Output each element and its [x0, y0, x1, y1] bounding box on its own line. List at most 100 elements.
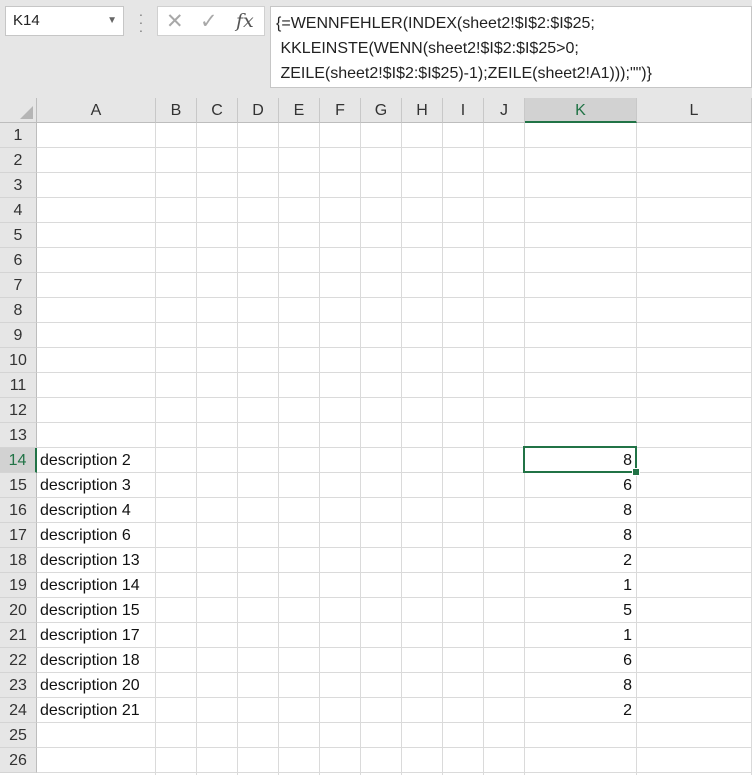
row-header-13[interactable]: 13 [0, 423, 37, 448]
row-header-10[interactable]: 10 [0, 348, 37, 373]
row-header-1[interactable]: 1 [0, 123, 37, 148]
select-all-button[interactable] [0, 98, 37, 123]
cell-area[interactable]: description 2 8 description 3 6 description … [37, 123, 752, 775]
row-header-16[interactable]: 16 [0, 498, 37, 523]
grid-line [37, 522, 752, 523]
cell-a19[interactable]: description 14 [40, 573, 140, 598]
column-header-h[interactable]: H [402, 98, 443, 123]
formula-buttons: ✕ ✓ fx [157, 6, 265, 36]
cell-a17[interactable]: description 6 [40, 523, 131, 548]
column-header-f[interactable]: F [320, 98, 361, 123]
row-header-6[interactable]: 6 [0, 248, 37, 273]
grid-line [37, 372, 752, 373]
formula-line: ZEILE(sheet2!$I$2:$I$25)-1);ZEILE(sheet2… [276, 65, 652, 82]
column-header-d[interactable]: D [238, 98, 279, 123]
row-header-3[interactable]: 3 [0, 173, 37, 198]
row-header-8[interactable]: 8 [0, 298, 37, 323]
grid-line [37, 472, 752, 473]
row-header-23[interactable]: 23 [0, 673, 37, 698]
grid-line [37, 597, 752, 598]
grid-line [155, 123, 156, 775]
row-header-5[interactable]: 5 [0, 223, 37, 248]
row-header-7[interactable]: 7 [0, 273, 37, 298]
row-header-12[interactable]: 12 [0, 398, 37, 423]
formula-input[interactable]: {=WENNFEHLER(INDEX(sheet2!$I$2:$I$25; KK… [270, 6, 752, 88]
row-header-14[interactable]: 14 [0, 448, 37, 473]
cell-a23[interactable]: description 20 [40, 673, 140, 698]
more-options-icon[interactable]: · · · [138, 7, 144, 37]
column-header-g[interactable]: G [361, 98, 402, 123]
active-cell-outline[interactable] [523, 446, 637, 473]
grid-line [319, 123, 320, 775]
grid-line [37, 297, 752, 298]
row-header-17[interactable]: 17 [0, 523, 37, 548]
grid-line [237, 123, 238, 775]
select-all-triangle-icon [20, 106, 33, 119]
row-header-22[interactable]: 22 [0, 648, 37, 673]
grid-line [37, 322, 752, 323]
grid-line [196, 123, 197, 775]
row-header-18[interactable]: 18 [0, 548, 37, 573]
grid-line [37, 397, 752, 398]
column-header-c[interactable]: C [197, 98, 238, 123]
grid-line [360, 123, 361, 775]
cell-k23[interactable]: 8 [525, 673, 632, 698]
grid-line [37, 697, 752, 698]
column-header-k[interactable]: K [525, 98, 637, 123]
formula-line: {=WENNFEHLER(INDEX(sheet2!$I$2:$I$25; [276, 15, 595, 32]
cell-a21[interactable]: description 17 [40, 623, 140, 648]
name-box[interactable]: K14 ▼ [5, 6, 124, 36]
row-header-4[interactable]: 4 [0, 198, 37, 223]
cell-k16[interactable]: 8 [525, 498, 632, 523]
cell-k18[interactable]: 2 [525, 548, 632, 573]
cell-a15[interactable]: description 3 [40, 473, 131, 498]
grid-line [37, 272, 752, 273]
formula-bar-area: K14 ▼ · · · ✕ ✓ fx {=WENNFEHLER(INDEX(shee… [0, 0, 752, 98]
cell-a20[interactable]: description 15 [40, 598, 140, 623]
row-header-9[interactable]: 9 [0, 323, 37, 348]
column-header-i[interactable]: I [443, 98, 484, 123]
row-header-2[interactable]: 2 [0, 148, 37, 173]
row-header-24[interactable]: 24 [0, 698, 37, 723]
grid-line [37, 197, 752, 198]
grid-line [37, 722, 752, 723]
column-header-j[interactable]: J [484, 98, 525, 123]
grid-line [37, 572, 752, 573]
grid-line [37, 772, 752, 773]
cell-a16[interactable]: description 4 [40, 498, 131, 523]
grid-line [442, 123, 443, 775]
column-header-l[interactable]: L [637, 98, 752, 123]
row-header-15[interactable]: 15 [0, 473, 37, 498]
column-header-e[interactable]: E [279, 98, 320, 123]
grid-line [278, 123, 279, 775]
fx-icon[interactable]: fx [236, 10, 254, 32]
check-icon[interactable]: ✓ [200, 9, 218, 34]
cell-a14[interactable]: description 2 [40, 448, 131, 473]
grid-line [37, 247, 752, 248]
cell-k21[interactable]: 1 [525, 623, 632, 648]
cell-k22[interactable]: 6 [525, 648, 632, 673]
column-header-b[interactable]: B [156, 98, 197, 123]
cell-k24[interactable]: 2 [525, 698, 632, 723]
cell-a24[interactable]: description 21 [40, 698, 140, 723]
chevron-down-icon[interactable]: ▼ [107, 7, 117, 35]
row-header-26[interactable]: 26 [0, 748, 37, 773]
row-header-19[interactable]: 19 [0, 573, 37, 598]
row-header-25[interactable]: 25 [0, 723, 37, 748]
cell-k17[interactable]: 8 [525, 523, 632, 548]
cell-a22[interactable]: description 18 [40, 648, 140, 673]
row-header-21[interactable]: 21 [0, 623, 37, 648]
cell-k19[interactable]: 1 [525, 573, 632, 598]
grid-line [37, 422, 752, 423]
column-header-a[interactable]: A [37, 98, 156, 123]
grid-line [483, 123, 484, 775]
grid-line [37, 497, 752, 498]
cell-a18[interactable]: description 13 [40, 548, 140, 573]
row-header-20[interactable]: 20 [0, 598, 37, 623]
x-icon[interactable]: ✕ [166, 9, 184, 34]
fill-handle[interactable] [632, 468, 640, 476]
cell-k20[interactable]: 5 [525, 598, 632, 623]
row-header-11[interactable]: 11 [0, 373, 37, 398]
grid-line [37, 622, 752, 623]
cell-k15[interactable]: 6 [525, 473, 632, 498]
